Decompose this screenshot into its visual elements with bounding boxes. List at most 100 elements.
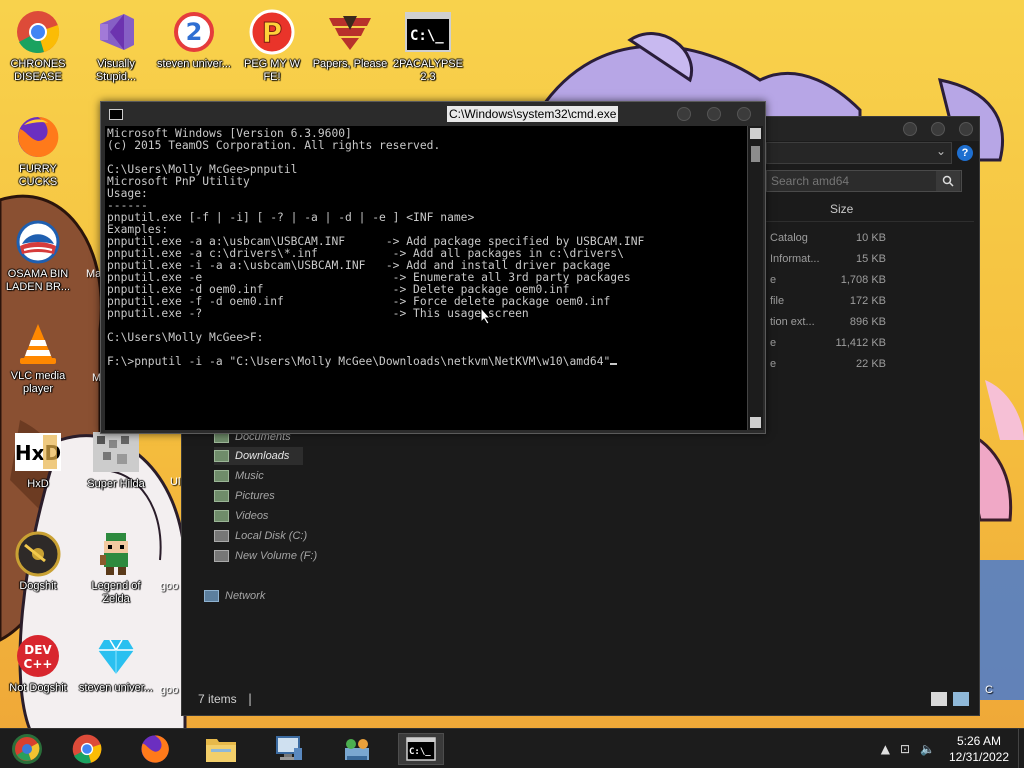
obama-logo-icon	[14, 218, 62, 266]
cmd-window-title: C:\Windows\system32\cmd.exe	[447, 106, 619, 122]
nav-item-pictures[interactable]: Pictures	[214, 487, 275, 505]
console-line: Microsoft PnP Utility	[107, 175, 250, 188]
file-row[interactable]: file 172 KB	[770, 295, 888, 316]
file-row[interactable]: Catalog 10 KB	[770, 232, 888, 253]
scroll-down-arrow[interactable]	[750, 417, 761, 428]
desktop-icon-label: Visually Stupid...	[95, 58, 137, 83]
desktop-icon-steven-universe-2[interactable]: steven univer...	[78, 632, 154, 695]
vlc-cone-icon	[14, 320, 62, 368]
console-line: pnputil.exe [-f | -i] [ -? | -a | -d | -…	[107, 211, 475, 224]
desktop-icon-label: OSAMA BIN LADEN BR...	[5, 268, 71, 293]
computer-icon	[276, 736, 302, 760]
show-desktop-button[interactable]	[1018, 729, 1024, 768]
partial-icon-label: C	[985, 684, 993, 696]
command-prompt-window[interactable]: C:\Windows\system32\cmd.exe Microsoft Wi…	[100, 101, 766, 434]
desktop-icon-peg[interactable]: P PEG MY W FE!	[234, 8, 310, 84]
maximize-button[interactable]	[931, 122, 945, 136]
nav-item-music[interactable]: Music	[214, 467, 264, 485]
console-line: (c) 2015 TeamOS Corporation. All rights …	[107, 139, 441, 152]
desktop-icon-label: HxD	[27, 478, 49, 490]
file-row[interactable]: Informat... 15 KB	[770, 253, 888, 274]
clock[interactable]: 5:26 AM 12/31/2022	[940, 733, 1018, 765]
desktop-icon-obama[interactable]: OSAMA BIN LADEN BR...	[0, 218, 76, 294]
desktop-icon-vlc[interactable]: VLC media player	[0, 320, 76, 396]
taskbar-firefox[interactable]	[132, 733, 178, 765]
desktop-icon-zelda[interactable]: Legend of Zelda	[78, 530, 154, 606]
desktop-icon-super-hilda[interactable]: Super Hilda	[78, 428, 154, 491]
file-row[interactable]: e 1,708 KB	[770, 274, 888, 295]
svg-text:DEV: DEV	[24, 643, 52, 657]
file-row[interactable]: e 22 KB	[770, 358, 888, 379]
cmd-titlebar[interactable]: C:\Windows\system32\cmd.exe	[101, 102, 765, 126]
desktop-icon-dev-cpp[interactable]: DEV C++ Not Dogshit	[0, 632, 76, 695]
eagle-emblem-icon	[326, 8, 374, 56]
desktop-icon-chrome[interactable]: CHRONES DISEASE	[0, 8, 76, 84]
desktop-icon-label: FURRY CUCKS	[18, 163, 58, 188]
folder-icon	[214, 450, 229, 462]
nav-item-downloads[interactable]: Downloads	[214, 447, 304, 465]
desktop-icon-firefox-furry[interactable]: FURRY CUCKS	[0, 113, 76, 189]
taskbar-cmd[interactable]: C:\_	[398, 733, 444, 765]
desktop-icon-papers-please[interactable]: Papers, Please	[312, 8, 388, 71]
help-icon[interactable]: ?	[957, 145, 973, 161]
scroll-up-arrow[interactable]	[750, 128, 761, 139]
p-logo-icon: P	[248, 8, 296, 56]
status-separator: |	[248, 692, 253, 706]
network-status-icon[interactable]: ⊡	[900, 742, 910, 756]
nav-item-new-volume[interactable]: New Volume (F:)	[214, 547, 317, 565]
desktop-icon-steven-universe[interactable]: 2 steven univer...	[156, 8, 232, 71]
close-button[interactable]	[959, 122, 973, 136]
taskbar: C:\_ ▲ ⊡ 🔈 5:26 AM 12/31/2022	[0, 728, 1024, 768]
large-icons-view-icon[interactable]	[953, 692, 969, 706]
taskbar-network-app[interactable]	[334, 733, 380, 765]
file-row[interactable]: tion ext... 896 KB	[770, 316, 888, 337]
desktop-icon-dogshit[interactable]: Dogshit	[0, 530, 76, 593]
nav-item-local-disk[interactable]: Local Disk (C:)	[214, 527, 307, 545]
taskbar-device-manager[interactable]	[266, 733, 312, 765]
console-line: C:\Users\Molly McGee>F:	[107, 331, 264, 344]
nav-item-videos[interactable]: Videos	[214, 507, 268, 525]
chevron-down-icon[interactable]: ⌄	[936, 144, 946, 158]
console-line: F:\>pnputil -i -a "C:\Users\Molly McGee\…	[107, 356, 747, 368]
maximize-button[interactable]	[707, 107, 721, 121]
scroll-thumb[interactable]	[751, 146, 760, 162]
drive-icon	[214, 550, 229, 562]
folder-icon	[214, 470, 229, 482]
details-view-icon[interactable]	[931, 692, 947, 706]
taskbar-file-explorer[interactable]	[198, 733, 244, 765]
vertical-scrollbar[interactable]	[747, 126, 763, 430]
partial-icon-label: goo	[160, 580, 179, 592]
file-row[interactable]: e 11,412 KB	[770, 337, 888, 358]
console-output[interactable]: Microsoft Windows [Version 6.3.9600] (c) …	[105, 126, 747, 430]
nav-item-network[interactable]: Network	[204, 587, 265, 605]
taskbar-chrome[interactable]	[64, 733, 110, 765]
search-input[interactable]	[766, 170, 962, 192]
desktop-icon-label: Super Hilda	[87, 478, 145, 490]
steven-universe-icon: 2	[170, 8, 218, 56]
minimize-button[interactable]	[903, 122, 917, 136]
folder-icon	[206, 739, 236, 762]
desktop-icon-label: PEG MY W FE!	[243, 58, 301, 83]
desktop-icon-label: Dogshit	[19, 580, 57, 592]
desktop-icon-label: Papers, Please	[312, 58, 388, 70]
minimize-button[interactable]	[677, 107, 691, 121]
folder-icon	[214, 490, 229, 502]
show-hidden-icons-icon[interactable]: ▲	[881, 742, 890, 756]
text-cursor	[610, 363, 618, 365]
desktop-icon-2pacalypse[interactable]: C:\_ 2PACALYPSE 2.3	[390, 8, 466, 84]
volume-icon[interactable]: 🔈	[920, 742, 935, 756]
clock-date: 12/31/2022	[948, 750, 1010, 764]
hxd-icon: HxD	[14, 428, 62, 476]
desktop-icon-label: VLC media player	[10, 370, 66, 395]
start-button[interactable]	[4, 733, 50, 765]
desktop-icon-hxd[interactable]: HxD HxD	[0, 428, 76, 491]
column-header-size[interactable]: Size	[830, 202, 853, 216]
svg-text:P: P	[262, 16, 283, 49]
search-button[interactable]	[936, 171, 960, 191]
address-bar[interactable]	[766, 142, 952, 164]
pixel-character-icon	[92, 530, 140, 578]
desktop-icon-label: Legend of Zelda	[91, 580, 141, 605]
partial-icon-label: Ma	[86, 268, 102, 280]
desktop-icon-visual-studio[interactable]: Visually Stupid...	[78, 8, 154, 84]
close-button[interactable]	[737, 107, 751, 121]
